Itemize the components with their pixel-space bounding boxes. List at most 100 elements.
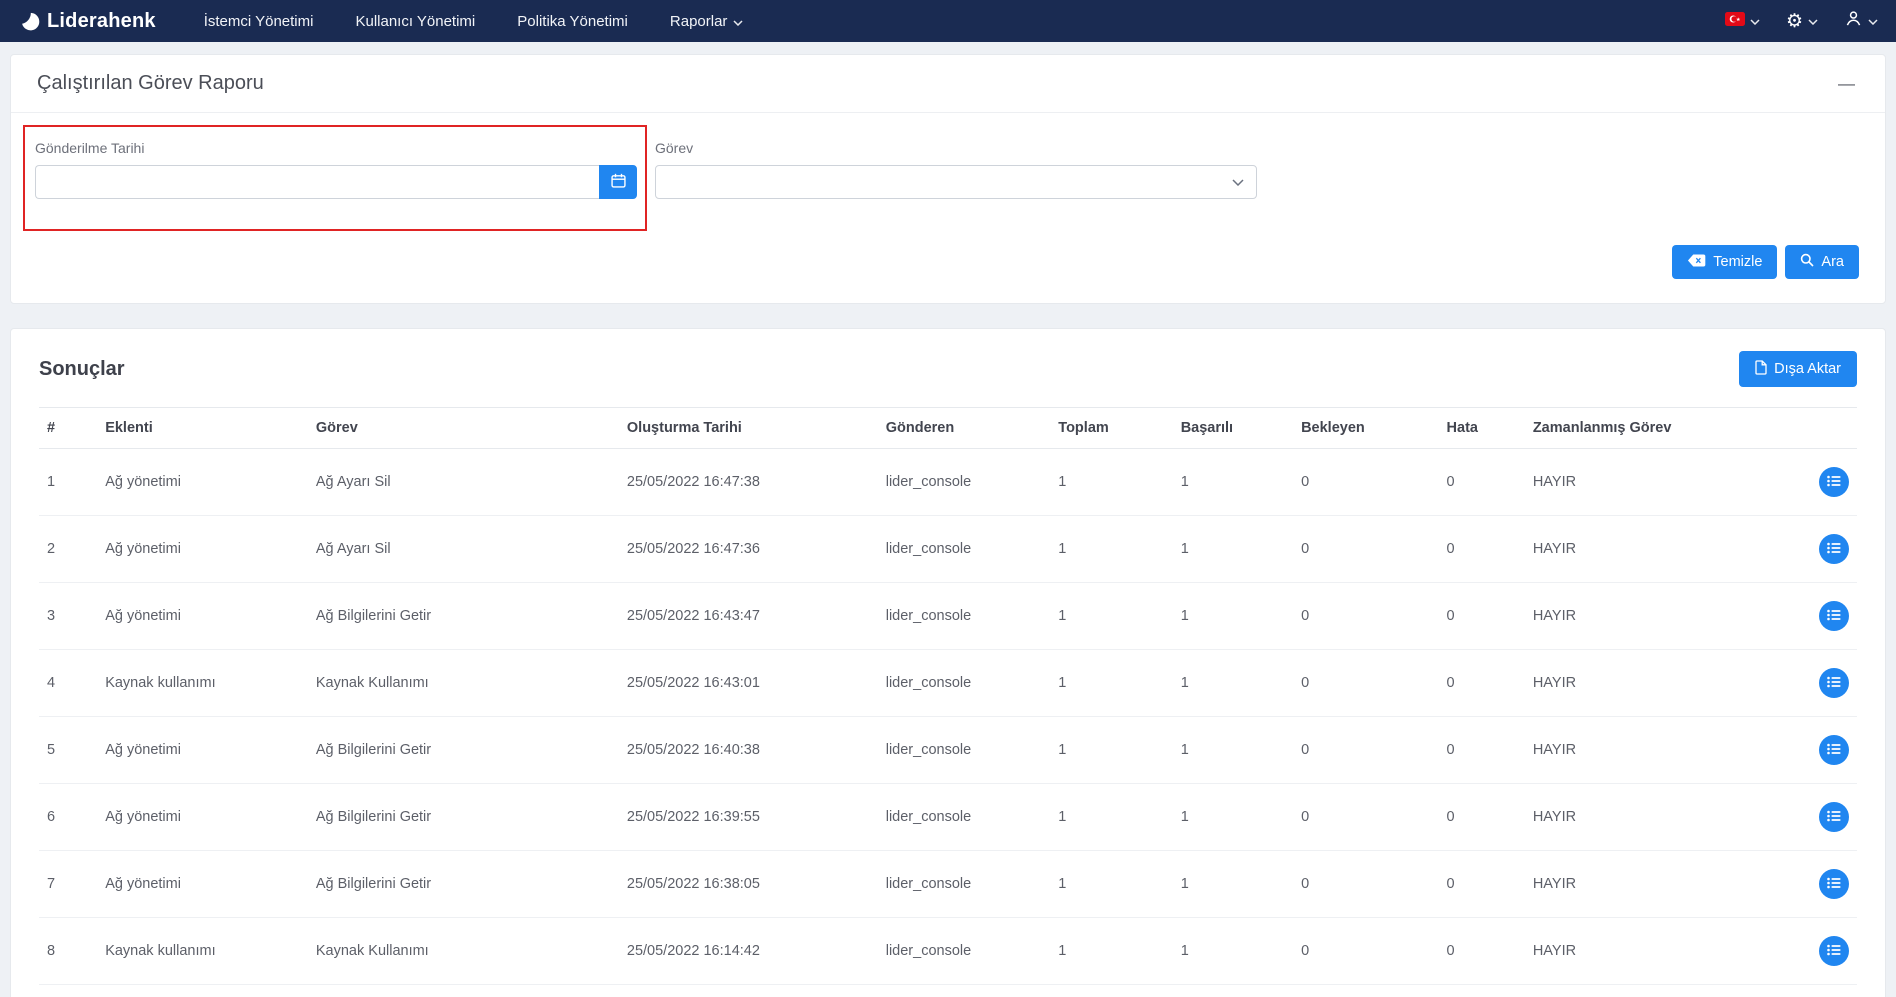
chevron-down-icon: [1868, 12, 1878, 30]
cell-success: 1: [1173, 717, 1293, 784]
cell-error: 0: [1439, 784, 1525, 851]
cell-sender: lider_console: [878, 583, 1051, 650]
cell-total: 1: [1050, 583, 1172, 650]
cell-total: 1: [1050, 516, 1172, 583]
cell-task: Kaynak Kullanımı: [308, 650, 619, 717]
cell-total: 1: [1050, 918, 1172, 985]
list-icon: [1827, 743, 1841, 758]
calendar-icon: [611, 173, 626, 191]
cell-error: 0: [1439, 985, 1525, 997]
list-icon: [1827, 676, 1841, 691]
task-select[interactable]: [655, 165, 1257, 199]
cell-total: 1: [1050, 985, 1172, 997]
filter-actions: Temizle Ara: [23, 245, 1867, 279]
row-detail-button[interactable]: [1819, 668, 1849, 698]
user-icon: [1844, 9, 1863, 33]
cell-index: 3: [39, 583, 97, 650]
row-detail-button[interactable]: [1819, 936, 1849, 966]
row-detail-button[interactable]: [1819, 534, 1849, 564]
cell-error: 0: [1439, 717, 1525, 784]
cell-plugin: Kaynak kullanımı: [97, 918, 308, 985]
cell-task: Ağ Bilgilerini Getir: [308, 851, 619, 918]
cell-created: 25/05/2022 16:39:55: [619, 784, 878, 851]
nav-item-raporlar[interactable]: Raporlar: [670, 13, 744, 30]
date-input[interactable]: [35, 165, 599, 199]
cell-task: Ağ Bilgilerini Getir: [308, 583, 619, 650]
cell-scheduled: HAYIR: [1525, 516, 1787, 583]
cell-total: 1: [1050, 851, 1172, 918]
table-row: 1 Ağ yönetimi Ağ Ayarı Sil 25/05/2022 16…: [39, 449, 1857, 516]
settings-menu[interactable]: ⚙: [1786, 12, 1818, 31]
gear-icon: ⚙: [1786, 12, 1803, 31]
table-header-row: # Eklenti Görev Oluşturma Tarihi Göndere…: [39, 408, 1857, 449]
cell-sender: lider_console: [878, 717, 1051, 784]
cell-created: 25/05/2022 16:12:49: [619, 985, 878, 997]
cell-created: 25/05/2022 16:14:42: [619, 918, 878, 985]
clear-button[interactable]: Temizle: [1672, 245, 1777, 279]
search-icon: [1800, 253, 1814, 271]
table-row: 6 Ağ yönetimi Ağ Bilgilerini Getir 25/05…: [39, 784, 1857, 851]
cell-plugin: Ağ yönetimi: [97, 717, 308, 784]
nav-item-politika-yonetimi[interactable]: Politika Yönetimi: [517, 13, 628, 30]
cell-total: 1: [1050, 784, 1172, 851]
cell-plugin: Ağ yönetimi: [97, 784, 308, 851]
cell-sender: lider_console: [878, 449, 1051, 516]
row-detail-button[interactable]: [1819, 735, 1849, 765]
cell-scheduled: HAYIR: [1525, 784, 1787, 851]
list-icon: [1827, 877, 1841, 892]
cell-created: 25/05/2022 16:38:05: [619, 851, 878, 918]
cell-scheduled: HAYIR: [1525, 583, 1787, 650]
row-detail-button[interactable]: [1819, 869, 1849, 899]
results-table-body: 1 Ağ yönetimi Ağ Ayarı Sil 25/05/2022 16…: [39, 449, 1857, 997]
user-menu[interactable]: [1844, 9, 1878, 33]
cell-error: 0: [1439, 516, 1525, 583]
main-nav: İstemci Yönetimi Kullanıcı Yönetimi Poli…: [204, 13, 744, 30]
export-button[interactable]: Dışa Aktar: [1739, 351, 1857, 387]
row-detail-button[interactable]: [1819, 601, 1849, 631]
chevron-down-icon: [1808, 12, 1818, 30]
page-title: Çalıştırılan Görev Raporu: [37, 72, 264, 95]
table-row: 3 Ağ yönetimi Ağ Bilgilerini Getir 25/05…: [39, 583, 1857, 650]
cell-created: 25/05/2022 16:43:47: [619, 583, 878, 650]
clear-icon: [1687, 254, 1706, 271]
cell-sender: lider_console: [878, 650, 1051, 717]
cell-scheduled: HAYIR: [1525, 717, 1787, 784]
collapse-card-button[interactable]: —: [1834, 74, 1859, 94]
results-card: Sonuçlar Dışa Aktar # Eklenti Görev Oluş…: [10, 328, 1886, 997]
col-header-actions: [1787, 408, 1857, 449]
cell-error: 0: [1439, 583, 1525, 650]
cell-waiting: 0: [1293, 516, 1438, 583]
date-filter-label: Gönderilme Tarihi: [35, 140, 637, 156]
language-select[interactable]: [1725, 12, 1760, 31]
brand[interactable]: Liderahenk: [18, 10, 156, 33]
table-row: 9 Kaynak kullanımı İstemci Bilgilerini G…: [39, 985, 1857, 997]
cell-index: 2: [39, 516, 97, 583]
cell-waiting: 0: [1293, 583, 1438, 650]
cell-index: 7: [39, 851, 97, 918]
row-detail-button[interactable]: [1819, 467, 1849, 497]
cell-created: 25/05/2022 16:43:01: [619, 650, 878, 717]
search-button[interactable]: Ara: [1785, 245, 1859, 279]
cell-plugin: Ağ yönetimi: [97, 516, 308, 583]
cell-created: 25/05/2022 16:47:38: [619, 449, 878, 516]
chevron-down-icon: [1232, 173, 1244, 191]
turkish-flag-icon: [1725, 12, 1745, 31]
cell-created: 25/05/2022 16:47:36: [619, 516, 878, 583]
cell-success: 1: [1173, 985, 1293, 997]
col-header-success: Başarılı: [1173, 408, 1293, 449]
cell-index: 5: [39, 717, 97, 784]
report-filter-card: Çalıştırılan Görev Raporu — Gönderilme T…: [10, 54, 1886, 304]
cell-waiting: 0: [1293, 650, 1438, 717]
cell-scheduled: HAYIR: [1525, 650, 1787, 717]
calendar-button[interactable]: [599, 165, 637, 199]
top-navbar: Liderahenk İstemci Yönetimi Kullanıcı Yö…: [0, 0, 1896, 42]
row-detail-button[interactable]: [1819, 802, 1849, 832]
brand-label: Liderahenk: [47, 10, 156, 33]
nav-item-kullanici-yonetimi[interactable]: Kullanıcı Yönetimi: [355, 13, 475, 30]
cell-sender: lider_console: [878, 918, 1051, 985]
cell-scheduled: HAYIR: [1525, 851, 1787, 918]
nav-item-istemci-yonetimi[interactable]: İstemci Yönetimi: [204, 13, 314, 30]
table-row: 8 Kaynak kullanımı Kaynak Kullanımı 25/0…: [39, 918, 1857, 985]
col-header-sender: Gönderen: [878, 408, 1051, 449]
cell-error: 0: [1439, 449, 1525, 516]
